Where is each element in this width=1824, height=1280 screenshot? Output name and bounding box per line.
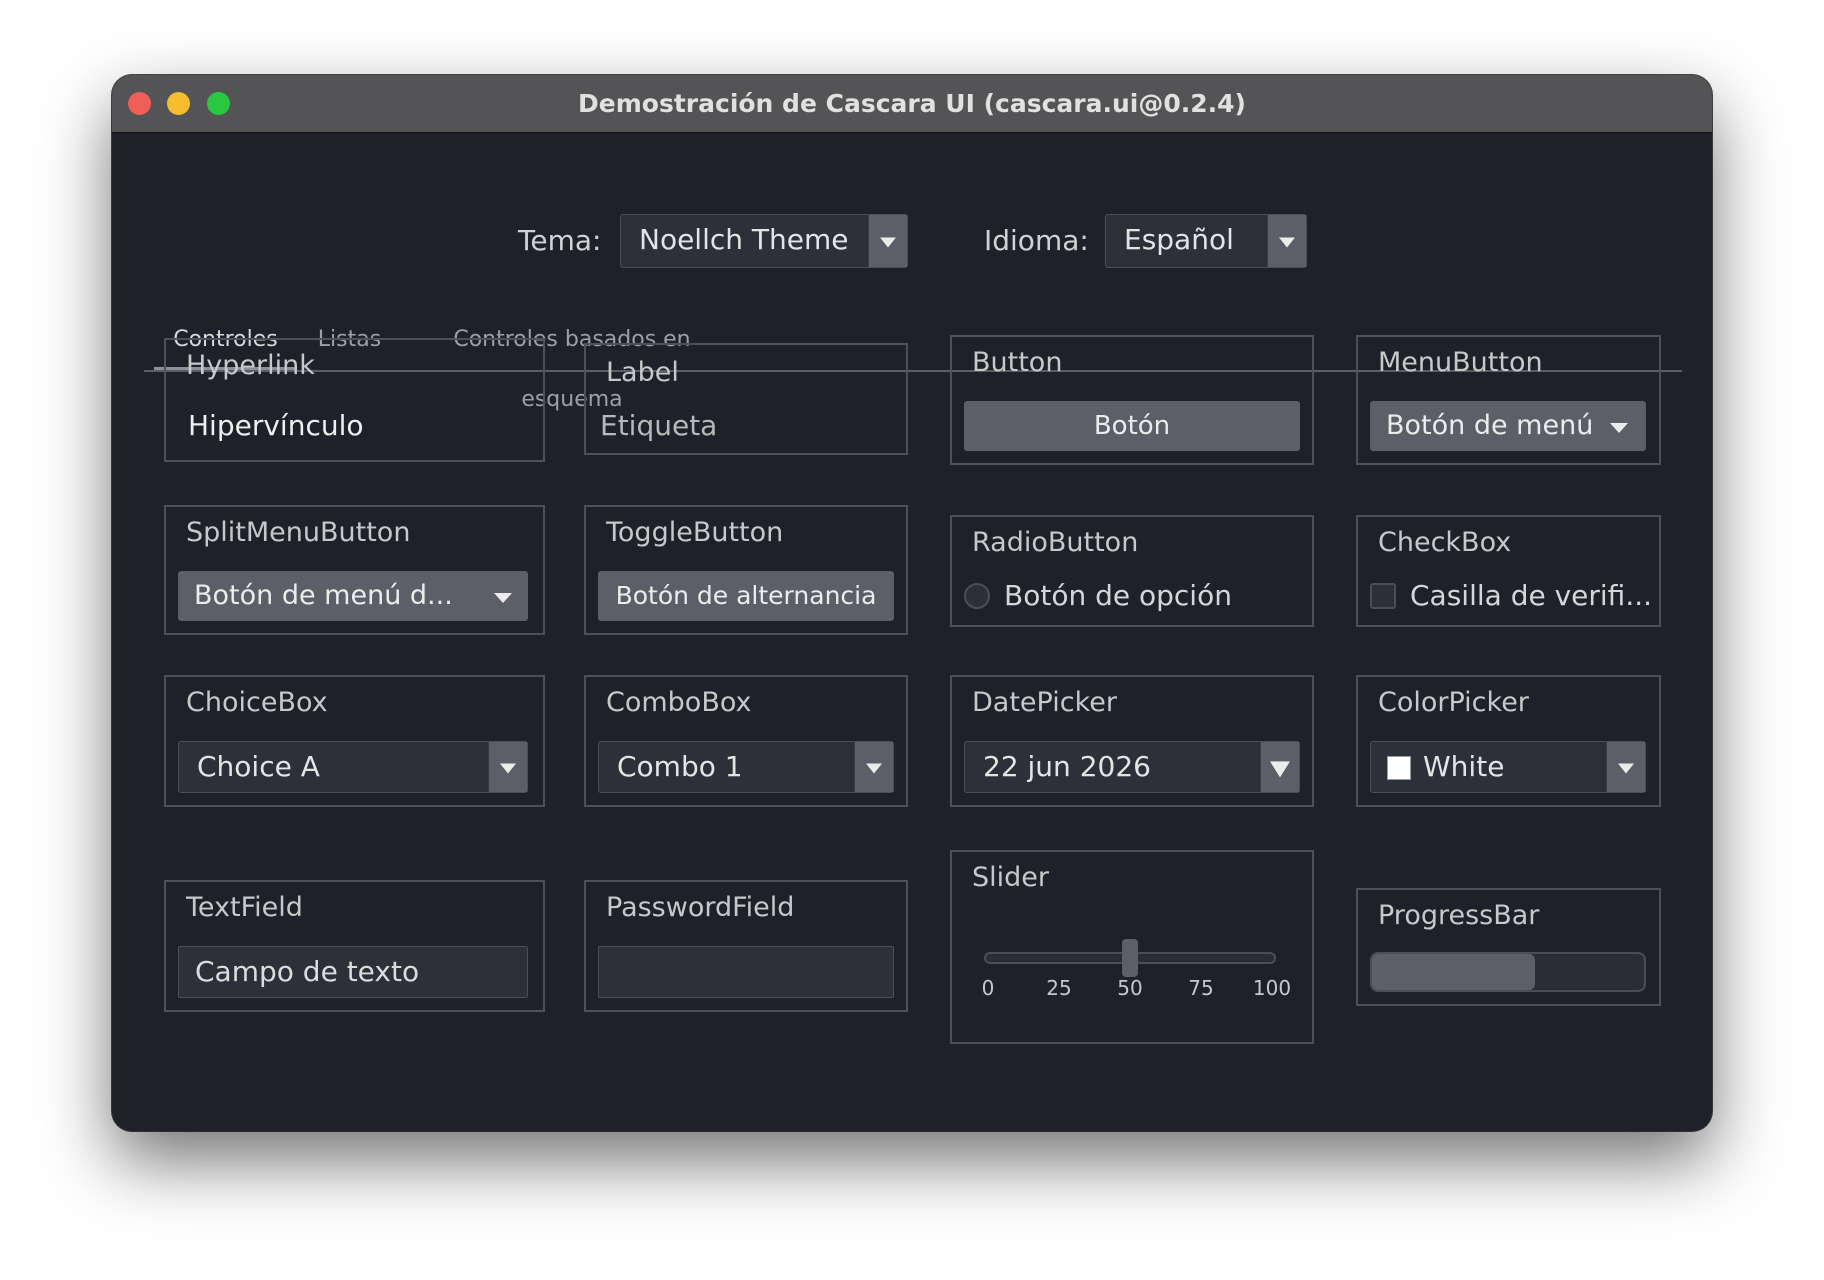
hyperlink-title: Hyperlink <box>186 350 315 381</box>
theme-select-value: Noellch Theme <box>639 223 849 256</box>
progressbar-card: ProgressBar <box>1356 888 1661 1006</box>
toggle-button-label: Botón de alternancia <box>615 581 877 610</box>
window-title: Demostración de Cascara UI (cascara.ui@0… <box>578 89 1246 118</box>
hyperlink-link[interactable]: Hipervínculo <box>188 409 364 442</box>
date-picker-value[interactable]: 22 jun 2026 <box>983 742 1151 792</box>
language-select-arrow[interactable] <box>1267 215 1306 267</box>
theme-label: Tema: <box>518 224 602 257</box>
radio-button[interactable] <box>964 583 990 609</box>
textfield-title: TextField <box>186 892 303 923</box>
splitmenubutton-title: SplitMenuButton <box>186 517 411 548</box>
checkbox-label[interactable]: Casilla de verifi... <box>1410 579 1652 612</box>
togglebutton-card: ToggleButton Botón de alternancia <box>584 505 908 635</box>
chevron-down-icon <box>1270 761 1290 778</box>
hyperlink-card: Hyperlink Hipervínculo <box>164 338 545 462</box>
chevron-down-icon[interactable] <box>494 593 512 603</box>
slider-title: Slider <box>972 862 1049 893</box>
passwordfield-title: PasswordField <box>606 892 795 923</box>
text-field[interactable]: Campo de texto <box>178 946 528 998</box>
combobox-card: ComboBox Combo 1 <box>584 675 908 807</box>
label-text: Etiqueta <box>600 409 718 442</box>
colorpicker-card: ColorPicker White <box>1356 675 1661 807</box>
checkbox-card: CheckBox Casilla de verifi... <box>1356 515 1661 627</box>
radiobutton-card: RadioButton Botón de opción <box>950 515 1314 627</box>
split-menu-button-label: Botón de menú d... <box>194 580 453 611</box>
demo-button[interactable]: Botón <box>964 401 1300 451</box>
label-title: Label <box>606 357 679 388</box>
choice-box-arrow[interactable] <box>488 742 527 792</box>
radio-button-label[interactable]: Botón de opción <box>1004 579 1232 612</box>
splitmenubutton-card: SplitMenuButton Botón de menú d... <box>164 505 545 635</box>
date-picker[interactable]: 22 jun 2026 <box>964 741 1300 793</box>
title-bar[interactable]: Demostración de Cascara UI (cascara.ui@0… <box>112 75 1712 133</box>
chevron-down-icon <box>1610 423 1628 433</box>
datepicker-title: DatePicker <box>972 687 1117 718</box>
chevron-down-icon <box>866 763 882 774</box>
combobox-title: ComboBox <box>606 687 752 718</box>
slider-tick-label: 100 <box>1252 976 1292 1000</box>
language-select-value: Español <box>1124 223 1234 256</box>
slider-card: Slider 0 25 50 75 100 <box>950 850 1314 1044</box>
togglebutton-title: ToggleButton <box>606 517 784 548</box>
slider-tick-label: 0 <box>981 976 995 1000</box>
button-card: Button Botón <box>950 335 1314 465</box>
split-menu-button[interactable]: Botón de menú d... <box>178 571 528 621</box>
color-swatch <box>1387 756 1411 780</box>
button-title: Button <box>972 347 1063 378</box>
slider-thumb[interactable] <box>1122 939 1138 977</box>
date-picker-arrow[interactable] <box>1260 742 1299 792</box>
slider-tick-label: 50 <box>1117 976 1143 1000</box>
combo-box-arrow[interactable] <box>854 742 893 792</box>
language-select[interactable]: Español <box>1105 214 1307 268</box>
slider-tick-label: 75 <box>1188 976 1214 1000</box>
app-window: Demostración de Cascara UI (cascara.ui@0… <box>112 75 1712 1131</box>
text-field-value: Campo de texto <box>195 955 420 988</box>
demo-button-label: Botón <box>1093 411 1171 441</box>
choice-box-value: Choice A <box>197 750 320 783</box>
theme-select[interactable]: Noellch Theme <box>620 214 908 268</box>
combo-box-value[interactable]: Combo 1 <box>617 742 743 792</box>
menu-button[interactable]: Botón de menú <box>1370 401 1646 451</box>
color-picker-value: White <box>1423 750 1505 783</box>
color-picker[interactable]: White <box>1370 741 1646 793</box>
progressbar-title: ProgressBar <box>1378 900 1540 931</box>
passwordfield-card: PasswordField <box>584 880 908 1012</box>
menu-button-label: Botón de menú <box>1386 410 1594 441</box>
color-picker-arrow[interactable] <box>1606 742 1645 792</box>
slider-tick-label: 25 <box>1046 976 1072 1000</box>
radiobutton-title: RadioButton <box>972 527 1139 558</box>
datepicker-card: DatePicker 22 jun 2026 <box>950 675 1314 807</box>
choicebox-card: ChoiceBox Choice A <box>164 675 545 807</box>
menubutton-card: MenuButton Botón de menú <box>1356 335 1661 465</box>
colorpicker-title: ColorPicker <box>1378 687 1529 718</box>
combo-box[interactable]: Combo 1 <box>598 741 894 793</box>
chevron-down-icon <box>1618 763 1634 774</box>
language-label: Idioma: <box>984 224 1089 257</box>
chevron-down-icon <box>880 237 896 248</box>
chevron-down-icon <box>500 763 516 774</box>
toggle-button[interactable]: Botón de alternancia <box>598 571 894 621</box>
chevron-down-icon <box>1279 237 1295 248</box>
textfield-card: TextField Campo de texto <box>164 880 545 1012</box>
label-card: Label Etiqueta <box>584 343 908 455</box>
choicebox-title: ChoiceBox <box>186 687 328 718</box>
choice-box[interactable]: Choice A <box>178 741 528 793</box>
checkbox-title: CheckBox <box>1378 527 1512 558</box>
checkbox[interactable] <box>1370 583 1396 609</box>
password-field[interactable] <box>598 946 894 998</box>
theme-select-arrow[interactable] <box>868 215 907 267</box>
progress-fill <box>1372 954 1536 990</box>
menubutton-title: MenuButton <box>1378 347 1543 378</box>
progress-bar <box>1370 952 1646 992</box>
